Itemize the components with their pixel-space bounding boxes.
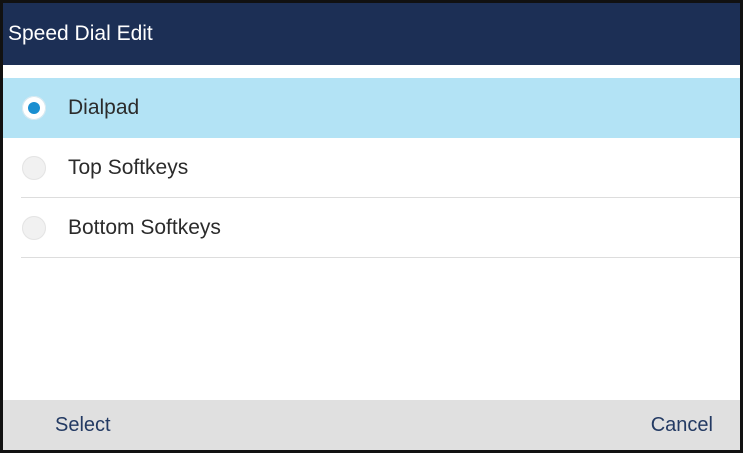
option-list: Dialpad Top Softkeys Bottom Softkeys xyxy=(3,78,740,258)
select-softkey[interactable]: Select xyxy=(55,406,111,445)
radio-unselected-icon[interactable] xyxy=(22,216,46,240)
option-dialpad[interactable]: Dialpad xyxy=(3,78,740,138)
page-title: Speed Dial Edit xyxy=(8,22,153,45)
option-label: Bottom Softkeys xyxy=(68,216,221,239)
option-label: Dialpad xyxy=(68,96,140,119)
row-divider xyxy=(21,257,740,258)
cancel-softkey[interactable]: Cancel xyxy=(651,406,713,445)
title-bar: Speed Dial Edit xyxy=(3,3,740,65)
option-label: Top Softkeys xyxy=(68,156,189,179)
phone-screen: Speed Dial Edit Dialpad Top Softkeys Bot… xyxy=(0,0,743,453)
radio-selected-icon[interactable] xyxy=(22,96,46,120)
option-bottom-softkeys[interactable]: Bottom Softkeys xyxy=(3,198,740,258)
option-top-softkeys[interactable]: Top Softkeys xyxy=(3,138,740,198)
radio-unselected-icon[interactable] xyxy=(22,156,46,180)
softkey-bar: Select Cancel xyxy=(3,400,740,450)
